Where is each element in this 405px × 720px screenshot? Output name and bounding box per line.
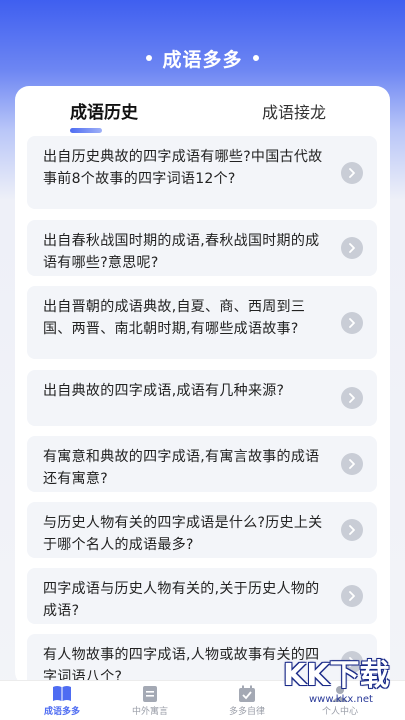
list-item-text: 有寓意和典故的四字成语,有寓言故事的成语还有寓意? bbox=[43, 449, 320, 487]
calendar-check-icon bbox=[237, 685, 257, 703]
nav-item-idiom[interactable]: 成语多多 bbox=[22, 681, 102, 720]
list-item-text: 出自春秋战国时期的成语,春秋战国时期的成语有哪些?意思呢? bbox=[43, 233, 320, 271]
list-item-text: 出自历史典故的四字成语有哪些?中国古代故事前8个故事的四字词语12个? bbox=[43, 149, 323, 187]
list-item-text: 与历史人物有关的四字成语是什么?历史上关于哪个名人的成语最多? bbox=[43, 515, 323, 553]
list-item-text: 出自晋朝的成语典故,自夏、商、西周到三国、两晋、南北朝时期,有哪些成语故事? bbox=[43, 299, 306, 337]
list-item[interactable]: 出自典故的四字成语,成语有几种来源? bbox=[27, 370, 377, 426]
list-item[interactable]: 出自春秋战国时期的成语,春秋战国时期的成语有哪些?意思呢? bbox=[27, 220, 377, 276]
chevron-right-icon bbox=[341, 519, 363, 541]
nav-label: 成语多多 bbox=[43, 707, 80, 717]
list-item[interactable]: 出自历史典故的四字成语有哪些?中国古代故事前8个故事的四字词语12个? bbox=[27, 136, 377, 209]
nav-label: 中外寓言 bbox=[131, 707, 168, 717]
book-icon bbox=[52, 685, 72, 703]
active-tab-indicator bbox=[70, 128, 102, 133]
nav-item-fables[interactable]: 中外寓言 bbox=[110, 681, 190, 720]
chevron-right-icon bbox=[341, 161, 363, 184]
list-item[interactable]: 有寓意和典故的四字成语,有寓言故事的成语还有寓意? bbox=[27, 436, 377, 492]
chevron-right-icon bbox=[341, 237, 363, 259]
app-header: 成语多多 bbox=[0, 40, 405, 76]
list-item-text: 四字成语与历史人物有关的,关于历史人物的成语? bbox=[43, 581, 320, 619]
bottom-nav: 成语多多 中外寓言 多多自律 个人中心 bbox=[0, 680, 405, 720]
chevron-right-icon bbox=[341, 387, 363, 409]
list-item[interactable]: 有人物故事的四字成语,人物或故事有关的四字词语八个? bbox=[27, 634, 377, 686]
list-item[interactable]: 出自晋朝的成语典故,自夏、商、西周到三国、两晋、南北朝时期,有哪些成语故事? bbox=[27, 286, 377, 359]
nav-item-discipline[interactable]: 多多自律 bbox=[207, 681, 287, 720]
tab-idiom-relay[interactable]: 成语接龙 bbox=[262, 98, 326, 132]
document-icon bbox=[140, 685, 160, 703]
chevron-right-icon bbox=[341, 585, 363, 607]
nav-label: 个人中心 bbox=[321, 707, 358, 717]
tab-bar: 成语历史 成语接龙 bbox=[15, 98, 390, 133]
list-item[interactable]: 与历史人物有关的四字成语是什么?历史上关于哪个名人的成语最多? bbox=[27, 502, 377, 558]
right-dot-icon bbox=[252, 55, 259, 61]
nav-label: 多多自律 bbox=[228, 707, 265, 717]
list-item-text: 出自典故的四字成语,成语有几种来源? bbox=[43, 383, 285, 399]
tab-idiom-history[interactable]: 成语历史 bbox=[70, 98, 138, 132]
left-dot-icon bbox=[146, 55, 153, 61]
app-title: 成语多多 bbox=[162, 48, 243, 71]
nav-item-profile[interactable]: 个人中心 bbox=[300, 681, 380, 720]
chevron-right-icon bbox=[341, 311, 363, 334]
user-icon bbox=[330, 685, 350, 703]
list-item[interactable]: 四字成语与历史人物有关的,关于历史人物的成语? bbox=[27, 568, 377, 624]
chevron-right-icon bbox=[341, 453, 363, 475]
content-card: 成语历史 成语接龙 出自历史典故的四字成语有哪些?中国古代故事前8个故事的四字词… bbox=[15, 86, 390, 686]
chevron-right-icon bbox=[341, 651, 363, 673]
